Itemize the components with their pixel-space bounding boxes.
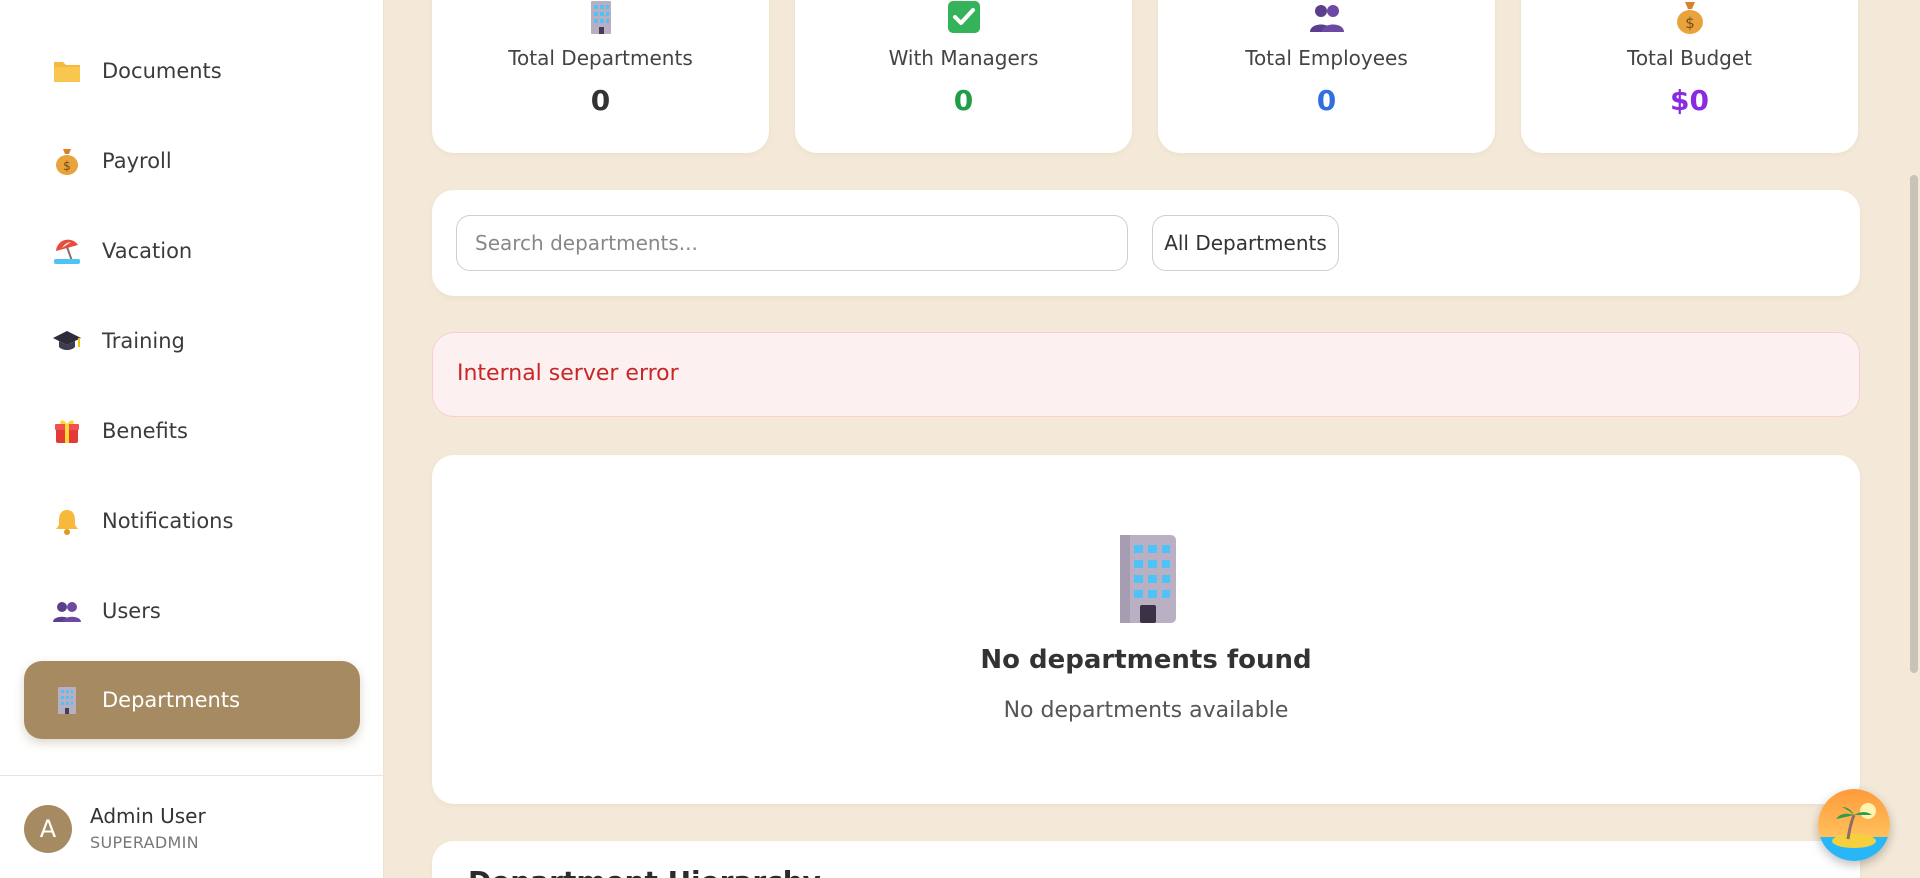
sidebar-item-label: Benefits (102, 419, 188, 443)
assistant-button[interactable] (1818, 789, 1890, 861)
users-icon (52, 596, 82, 626)
stat-label: With Managers (888, 46, 1039, 70)
sidebar-item-label: Departments (102, 688, 241, 712)
sidebar-item-label: Documents (102, 59, 222, 83)
error-alert: Internal server error (432, 332, 1860, 417)
office-building-icon (1120, 535, 1176, 623)
sidebar-item-vacation[interactable]: Vacation (24, 212, 360, 290)
stat-value: $0 (1670, 84, 1709, 117)
sidebar-item-users[interactable]: Users (24, 572, 360, 650)
stat-card-total-departments: Total Departments 0 (432, 0, 769, 153)
stat-label: Total Departments (508, 46, 693, 70)
svg-text:$: $ (1685, 14, 1695, 32)
svg-text:$: $ (63, 159, 71, 173)
office-building-icon (52, 685, 82, 715)
section-title: Department Hierarchy (468, 865, 821, 878)
user-role: SUPERADMIN (90, 833, 199, 852)
avatar[interactable]: A (24, 805, 72, 853)
office-building-icon (590, 1, 611, 34)
stat-value: 0 (1316, 84, 1337, 117)
stat-label: Total Budget (1627, 46, 1752, 70)
empty-state-subtitle: No departments available (1003, 698, 1289, 723)
filter-bar: All Departments (432, 190, 1860, 296)
error-message: Internal server error (457, 361, 679, 386)
empty-state: No departments found No departments avai… (432, 455, 1860, 804)
scrollbar-track[interactable] (1908, 0, 1920, 878)
stat-card-total-budget: $ Total Budget $0 (1521, 0, 1858, 153)
beach-umbrella-icon (52, 236, 82, 266)
gift-icon (52, 416, 82, 446)
money-bag-icon: $ (52, 146, 82, 176)
bell-icon (52, 506, 82, 536)
stat-label: Total Employees (1245, 46, 1408, 70)
check-mark-icon (947, 1, 980, 33)
user-name: Admin User (90, 804, 206, 828)
sidebar-item-notifications[interactable]: Notifications (24, 482, 360, 560)
department-hierarchy-section: Department Hierarchy (432, 841, 1860, 878)
sidebar-item-label: Payroll (102, 149, 172, 173)
stat-card-total-employees: Total Employees 0 (1158, 0, 1495, 153)
sidebar-item-documents[interactable]: Documents (24, 32, 360, 110)
folder-icon (52, 56, 82, 86)
sidebar-item-label: Vacation (102, 239, 193, 263)
stat-value: 0 (953, 84, 974, 117)
tropical-island-icon (1818, 789, 1890, 861)
sidebar: Documents $ Payroll Vacation Training Be… (0, 0, 384, 878)
empty-state-title: No departments found (980, 645, 1312, 675)
sidebar-item-payroll[interactable]: $ Payroll (24, 122, 360, 200)
scrollbar-thumb[interactable] (1910, 175, 1918, 673)
sidebar-item-benefits[interactable]: Benefits (24, 392, 360, 470)
sidebar-item-departments[interactable]: Departments (24, 661, 360, 739)
user-profile[interactable]: A Admin User SUPERADMIN (0, 775, 384, 878)
sidebar-item-training[interactable]: Training (24, 302, 360, 380)
sidebar-item-label: Training (102, 329, 185, 353)
stat-card-with-managers: With Managers 0 (795, 0, 1132, 153)
sidebar-item-label: Users (102, 599, 161, 623)
money-bag-icon: $ (1676, 2, 1703, 34)
graduation-cap-icon (52, 326, 82, 356)
stat-value: 0 (590, 84, 611, 117)
search-input[interactable] (456, 215, 1128, 271)
sidebar-item-label: Notifications (102, 509, 234, 533)
department-filter-select[interactable]: All Departments (1152, 215, 1339, 271)
users-icon (1309, 5, 1344, 32)
